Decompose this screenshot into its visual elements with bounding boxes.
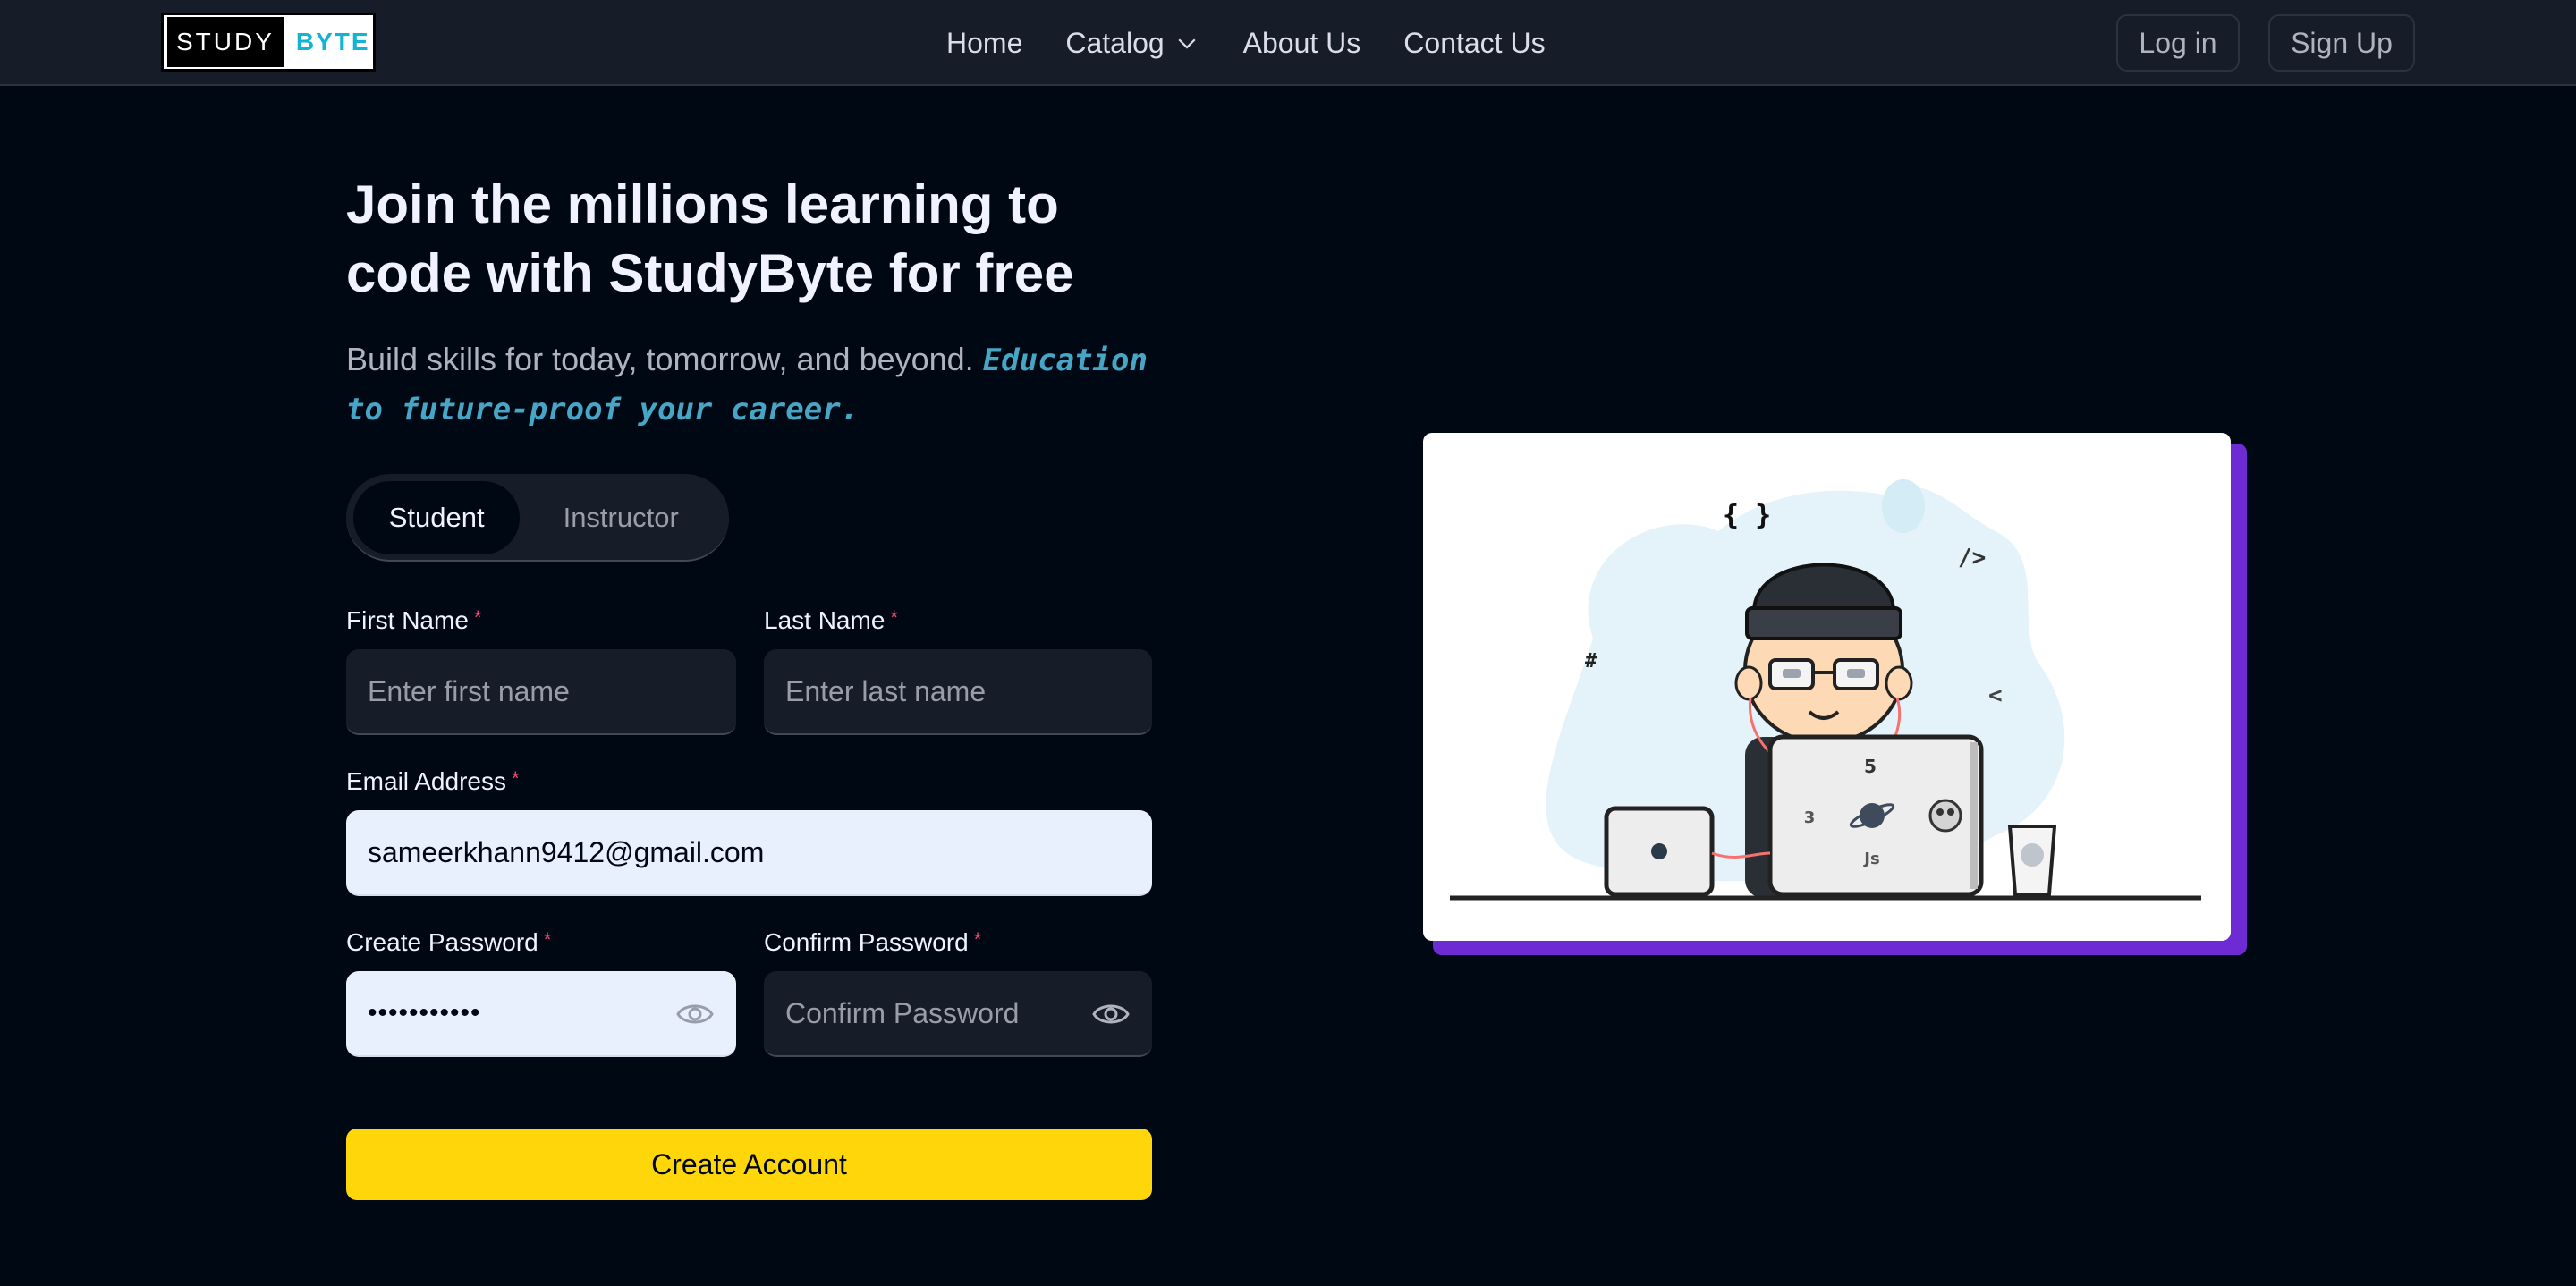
signup-illustration: { } /> # < 5 3 Js xyxy=(1423,433,2231,941)
first-name-input[interactable]: Enter first name xyxy=(346,649,736,735)
tab-instructor[interactable]: Instructor xyxy=(520,481,722,554)
required-mark: * xyxy=(473,606,482,629)
html5-badge: 5 xyxy=(1864,756,1877,777)
last-name-input[interactable]: Enter last name xyxy=(764,649,1152,735)
first-name-label-text: First Name xyxy=(346,606,469,634)
required-mark: * xyxy=(973,928,982,951)
last-name-label-text: Last Name xyxy=(764,606,886,634)
top-navbar: STUDY BYTE Home Catalog About Us Contact… xyxy=(0,0,2576,86)
email-label-text: Email Address xyxy=(346,767,506,795)
confirm-password-input[interactable]: Confirm Password xyxy=(764,971,1152,1057)
create-password-label: Create Password * xyxy=(346,928,551,957)
js-badge: Js xyxy=(1862,850,1879,868)
nav-link-about-us[interactable]: About Us xyxy=(1243,27,1361,60)
code-symbol-hash: # xyxy=(1585,650,1597,673)
page-title: Join the millions learning to code with … xyxy=(346,174,1074,303)
logo-text-byte: BYTE xyxy=(295,28,370,55)
signup-button[interactable]: Sign Up xyxy=(2268,14,2415,72)
confirm-password-placeholder: Confirm Password xyxy=(785,996,1020,1029)
page-subtitle: Build skills for today, tomorrow, and be… xyxy=(346,335,1151,434)
eye-icon[interactable] xyxy=(675,997,715,1031)
first-name-label: First Name * xyxy=(346,606,481,635)
tab-student[interactable]: Student xyxy=(353,481,521,554)
nav-link-home[interactable]: Home xyxy=(946,27,1022,60)
login-button[interactable]: Log in xyxy=(2116,14,2240,72)
password-value: ••••••••••• xyxy=(368,998,481,1028)
subtitle-text: Build skills for today, tomorrow, and be… xyxy=(346,341,974,377)
email-label: Email Address * xyxy=(346,767,520,796)
last-name-label: Last Name * xyxy=(764,606,898,635)
nav-link-contact-us[interactable]: Contact Us xyxy=(1403,27,1545,60)
create-account-button[interactable]: Create Account xyxy=(346,1129,1152,1200)
confirm-password-label-text: Confirm Password xyxy=(764,928,969,956)
required-mark: * xyxy=(543,928,552,951)
code-symbol-slash: /> xyxy=(1958,545,1986,571)
logo-text-study: STUDY xyxy=(167,17,284,67)
eye-icon[interactable] xyxy=(1091,997,1131,1031)
last-name-placeholder: Enter last name xyxy=(785,674,987,707)
create-password-label-text: Create Password xyxy=(346,928,538,956)
chevron-down-icon xyxy=(1178,38,1196,49)
confirm-password-label: Confirm Password * xyxy=(764,928,981,957)
coder-illustration: { } /> # < 5 3 Js xyxy=(1450,479,2201,901)
nav-link-catalog-label: Catalog xyxy=(1065,26,1165,59)
first-name-placeholder: Enter first name xyxy=(368,674,570,707)
required-mark: * xyxy=(890,606,898,629)
nav-links: Home Catalog About Us Contact Us xyxy=(946,0,1546,86)
studybyte-logo[interactable]: STUDY BYTE xyxy=(161,13,376,72)
css3-badge: 3 xyxy=(1804,808,1816,827)
email-value: sameerkhann9412@gmail.com xyxy=(368,835,765,868)
nav-link-catalog[interactable]: Catalog xyxy=(1065,27,1199,60)
email-input[interactable]: sameerkhann9412@gmail.com xyxy=(346,810,1152,896)
create-password-input[interactable]: ••••••••••• xyxy=(346,971,736,1057)
code-symbol-lt: < xyxy=(1988,682,2003,709)
code-symbol-braces: { } xyxy=(1723,500,1771,531)
required-mark: * xyxy=(511,767,520,790)
role-toggle: Student Instructor xyxy=(346,474,729,562)
